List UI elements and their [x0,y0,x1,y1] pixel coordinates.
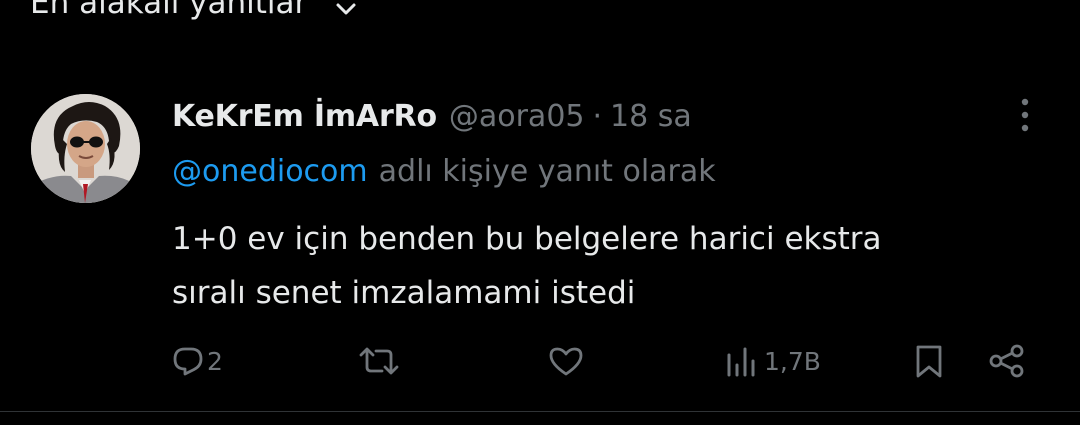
share-button[interactable] [988,336,1026,386]
share-icon [988,343,1026,379]
reply-icon [172,345,204,377]
reply-button[interactable]: 2 [172,336,223,386]
chevron-down-icon [335,0,357,15]
timestamp[interactable]: 18 sa [610,99,692,134]
reply-context: @onediocom adlı kişiye yanıt olarak [172,150,716,192]
views-count: 1,7B [764,346,821,376]
like-button[interactable] [548,336,587,386]
action-bar: 2 1,7B [0,336,1080,386]
author-name[interactable]: KeKrEm İmArRo [172,99,437,134]
author-handle[interactable]: @aora05 [449,99,585,134]
tweet-text-line: 1+0 ev için benden bu belgelere harici e… [172,221,882,257]
views-icon [725,345,761,377]
bookmark-button[interactable] [913,336,945,386]
bookmark-icon [913,343,945,379]
header-separator: · [592,98,603,134]
divider [0,411,1080,412]
reply-mention-link[interactable]: @onediocom [172,154,368,189]
repost-button[interactable] [358,336,403,386]
replies-sort-dropdown[interactable]: En alakalı yanıtlar [30,0,357,21]
reply-count: 2 [207,346,223,376]
like-icon [548,345,584,377]
repost-icon [358,345,400,377]
avatar[interactable] [31,94,140,203]
more-options-icon[interactable] [1014,96,1036,134]
tweet-header: KeKrEm İmArRo @aora05 · 18 sa [172,94,692,138]
views-button[interactable]: 1,7B [725,336,821,386]
tweet-text: 1+0 ev için benden bu belgelere harici e… [172,212,1052,320]
reply-context-text: adlı kişiye yanıt olarak [378,153,716,189]
tweet-text-line: sıralı senet imzalamami istedi [172,275,636,311]
replies-sort-label: En alakalı yanıtlar [30,0,308,21]
